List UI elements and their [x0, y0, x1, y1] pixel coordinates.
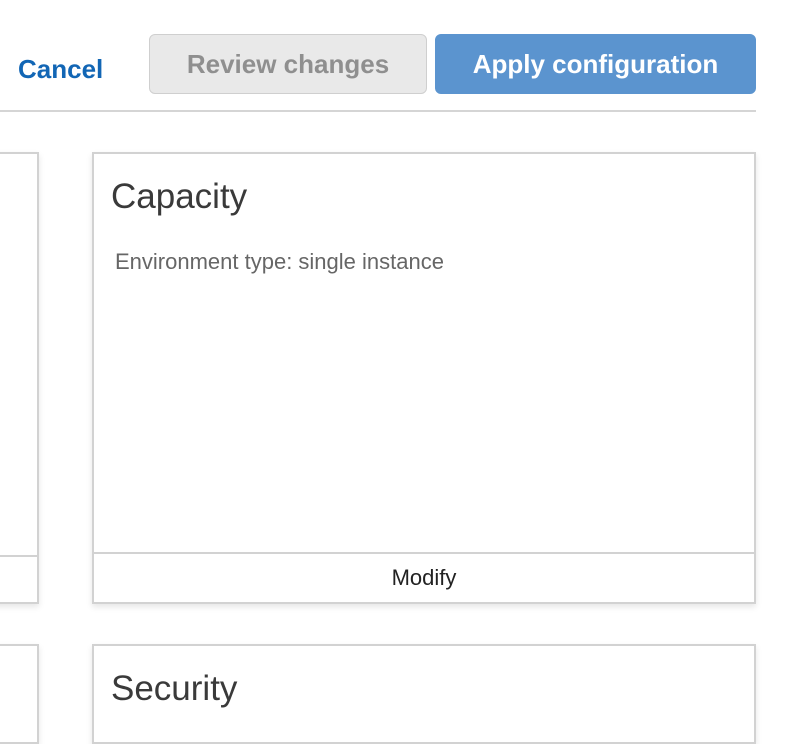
configuration-toolbar: Cancel Review changes Apply configuratio… [0, 0, 804, 112]
toolbar-divider [0, 110, 756, 112]
left-card-partial [0, 152, 39, 604]
left-card-footer-divider [0, 555, 37, 557]
capacity-card: Capacity Environment type: single instan… [92, 152, 756, 604]
left-card-partial-lower [0, 644, 39, 744]
capacity-environment-type: Environment type: single instance [115, 249, 444, 274]
cancel-link[interactable]: Cancel [18, 52, 103, 86]
capacity-card-title: Capacity [111, 177, 248, 216]
review-changes-button[interactable]: Review changes [149, 34, 427, 94]
security-card: Security [92, 644, 756, 744]
security-card-title: Security [111, 669, 238, 708]
apply-configuration-button[interactable]: Apply configuration [435, 34, 756, 94]
capacity-modify-button[interactable]: Modify [94, 552, 754, 602]
